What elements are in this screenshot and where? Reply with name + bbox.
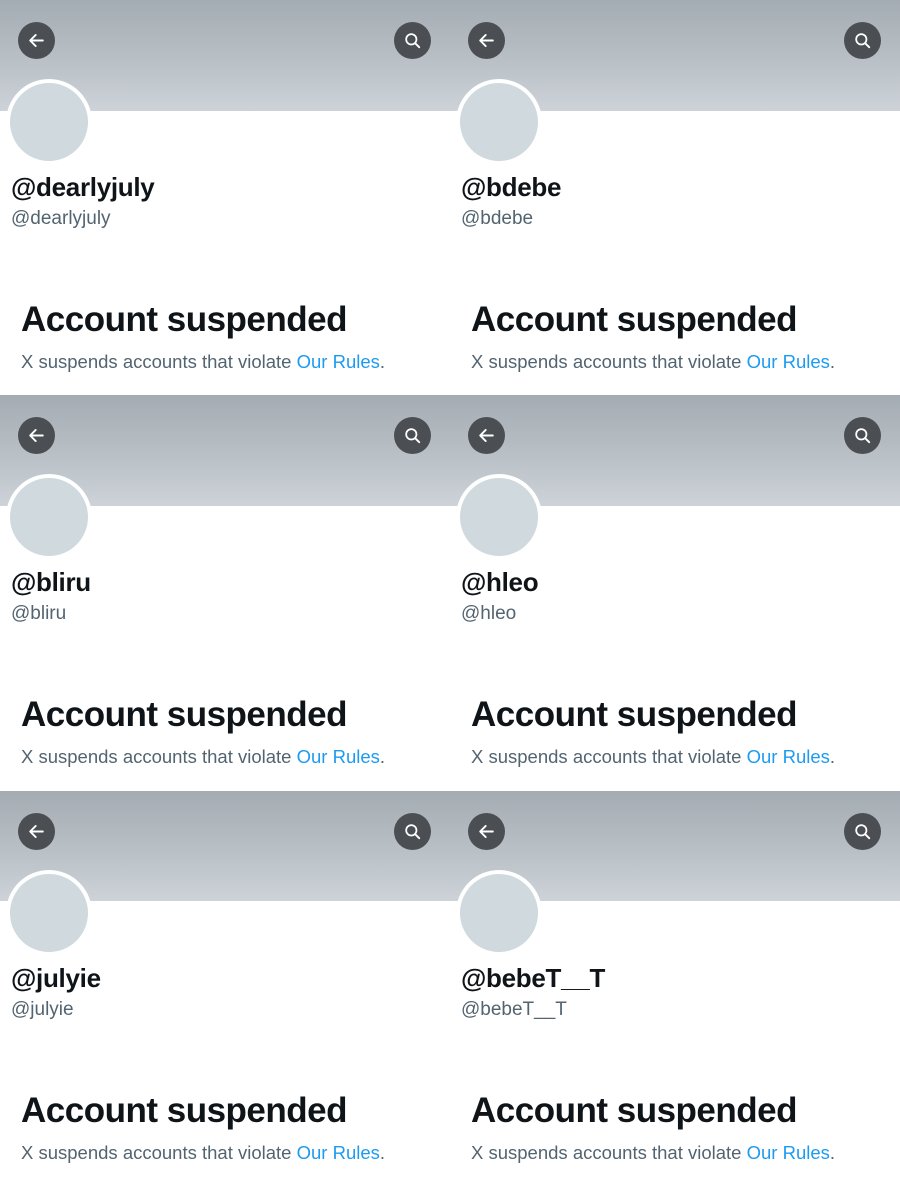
suspended-title: Account suspended bbox=[21, 695, 347, 734]
arrow-left-icon bbox=[29, 429, 44, 442]
suspended-message: X suspends accounts that violate Our Rul… bbox=[21, 746, 385, 768]
display-name: @dearlyjuly bbox=[11, 172, 155, 202]
back-button[interactable] bbox=[468, 813, 505, 850]
back-button[interactable] bbox=[18, 417, 55, 454]
user-handle: @julyie bbox=[11, 999, 74, 1020]
arrow-left-icon bbox=[479, 825, 494, 838]
our-rules-link[interactable]: Our Rules bbox=[297, 746, 380, 767]
suspended-message: X suspends accounts that violate Our Rul… bbox=[471, 746, 835, 768]
search-button[interactable] bbox=[394, 417, 431, 454]
our-rules-link[interactable]: Our Rules bbox=[747, 351, 830, 372]
user-handle: @bdebe bbox=[461, 208, 534, 229]
user-handle: @bebeT__T bbox=[461, 999, 567, 1020]
back-button[interactable] bbox=[18, 813, 55, 850]
user-handle: @dearlyjuly bbox=[11, 208, 111, 229]
display-name: @bebeT__T bbox=[461, 963, 606, 993]
profile-panel: @julyie @julyie Account suspended X susp… bbox=[0, 791, 450, 1200]
avatar[interactable] bbox=[456, 79, 542, 165]
message-period: . bbox=[379, 746, 386, 767]
arrow-left-icon bbox=[29, 34, 44, 47]
suspended-title: Account suspended bbox=[21, 1091, 347, 1130]
profile-panel: @dearlyjuly @dearlyjuly Account suspende… bbox=[0, 0, 450, 395]
avatar[interactable] bbox=[456, 870, 542, 956]
message-period: . bbox=[379, 351, 386, 372]
profile-panel: @bebeT__T @bebeT__T Account suspended X … bbox=[450, 791, 900, 1200]
message-period: . bbox=[829, 746, 836, 767]
avatar[interactable] bbox=[6, 79, 92, 165]
back-button[interactable] bbox=[468, 417, 505, 454]
our-rules-link[interactable]: Our Rules bbox=[747, 746, 830, 767]
search-button[interactable] bbox=[394, 22, 431, 59]
arrow-left-icon bbox=[479, 429, 494, 442]
avatar[interactable] bbox=[6, 870, 92, 956]
user-handle: @bliru bbox=[11, 603, 67, 624]
search-icon bbox=[855, 824, 871, 840]
search-button[interactable] bbox=[394, 813, 431, 850]
search-button[interactable] bbox=[844, 22, 881, 59]
display-name: @hleo bbox=[461, 567, 539, 597]
search-icon bbox=[855, 428, 871, 444]
suspended-message: X suspends accounts that violate Our Rul… bbox=[21, 1142, 385, 1164]
search-button[interactable] bbox=[844, 417, 881, 454]
avatar[interactable] bbox=[6, 474, 92, 560]
message-period: . bbox=[829, 1142, 836, 1163]
suspended-message-text: X suspends accounts that violate bbox=[471, 351, 747, 372]
avatar[interactable] bbox=[456, 474, 542, 560]
suspended-title: Account suspended bbox=[471, 1091, 797, 1130]
display-name: @julyie bbox=[11, 963, 101, 993]
suspended-message-text: X suspends accounts that violate bbox=[21, 1142, 297, 1163]
back-button[interactable] bbox=[468, 22, 505, 59]
display-name: @bliru bbox=[11, 567, 91, 597]
suspended-message-text: X suspends accounts that violate bbox=[471, 1142, 747, 1163]
profile-panel: @bliru @bliru Account suspended X suspen… bbox=[0, 395, 450, 791]
screenshot-collage: @dearlyjuly @dearlyjuly Account suspende… bbox=[0, 0, 900, 1200]
suspended-message: X suspends accounts that violate Our Rul… bbox=[471, 351, 835, 373]
search-icon bbox=[855, 33, 871, 49]
suspended-message: X suspends accounts that violate Our Rul… bbox=[471, 1142, 835, 1164]
arrow-left-icon bbox=[29, 825, 44, 838]
search-icon bbox=[405, 428, 421, 444]
profile-panel: @bdebe @bdebe Account suspended X suspen… bbox=[450, 0, 900, 395]
search-button[interactable] bbox=[844, 813, 881, 850]
suspended-message-text: X suspends accounts that violate bbox=[21, 746, 297, 767]
search-icon bbox=[405, 824, 421, 840]
our-rules-link[interactable]: Our Rules bbox=[747, 1142, 830, 1163]
suspended-message-text: X suspends accounts that violate bbox=[21, 351, 297, 372]
back-button[interactable] bbox=[18, 22, 55, 59]
suspended-title: Account suspended bbox=[471, 695, 797, 734]
message-period: . bbox=[829, 351, 836, 372]
suspended-title: Account suspended bbox=[21, 300, 347, 339]
our-rules-link[interactable]: Our Rules bbox=[297, 351, 380, 372]
our-rules-link[interactable]: Our Rules bbox=[297, 1142, 380, 1163]
suspended-message-text: X suspends accounts that violate bbox=[471, 746, 747, 767]
user-handle: @hleo bbox=[461, 603, 517, 624]
arrow-left-icon bbox=[479, 34, 494, 47]
profile-panel: @hleo @hleo Account suspended X suspends… bbox=[450, 395, 900, 791]
display-name: @bdebe bbox=[461, 172, 562, 202]
suspended-message: X suspends accounts that violate Our Rul… bbox=[21, 351, 385, 373]
search-icon bbox=[405, 33, 421, 49]
suspended-title: Account suspended bbox=[471, 300, 797, 339]
message-period: . bbox=[379, 1142, 386, 1163]
